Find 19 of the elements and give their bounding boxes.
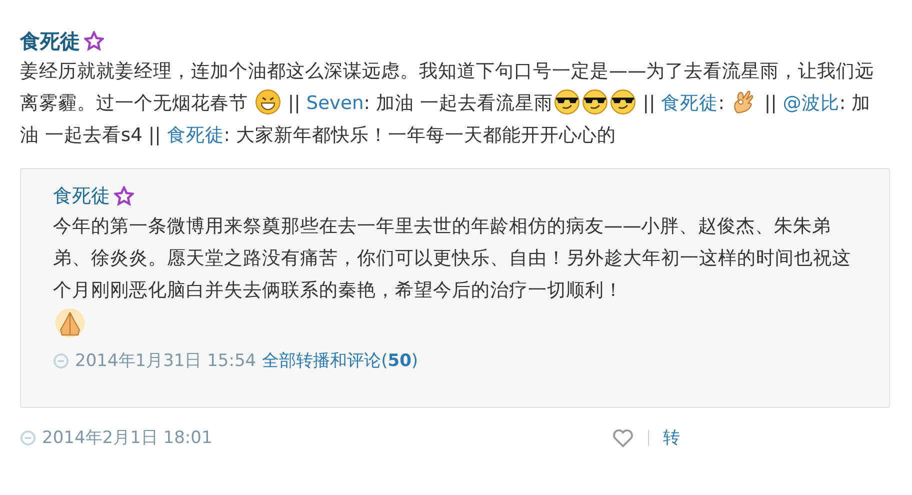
star-icon (84, 31, 104, 51)
author-name[interactable]: 食死徒 (53, 183, 110, 209)
user-link[interactable]: Seven (306, 93, 364, 114)
heart-icon[interactable] (612, 428, 634, 448)
user-link[interactable]: 食死徒 (661, 93, 718, 114)
sunglasses-face-icon (554, 89, 580, 115)
user-link[interactable]: @波比 (782, 93, 840, 114)
post-time: 2014年1月31日 15:54 (75, 350, 256, 372)
sunglasses-face-icon (582, 89, 608, 115)
user-link[interactable]: 食死徒 (166, 125, 224, 146)
quoted-post-text: 今年的第一条微博用来祭奠那些在去一年里去世的年龄相仿的病友——小胖、赵俊杰、朱朱弟弟、徐炎炎。愿天堂之路没有痛苦，你们可以更快乐、自由！另外趁大年初一这样的时间也祝这个月刚刚恶化脑白并失去俩联系的秦艳，希望今后的治疗一切顺利！ (53, 215, 852, 303)
repost-link[interactable]: 转 (663, 426, 680, 449)
post-time: 2014年2月1日 18:01 (42, 427, 212, 449)
author-name[interactable]: 食死徒 (20, 28, 80, 54)
comments-link[interactable]: 全部转播和评论(50) (262, 349, 418, 372)
post-text: 姜经历就就姜经理，连加个油都这么深谋远虑。我知道下句口号一定是——为了去看流星雨，让我们远离雾霾。过一个无烟花春节 || Seven: 加油 一起去看流星雨 || 食死徒: || @波比: 加油 一起去看s4 || 食死徒: 大家新年都快乐！一年每一天都能开开心心的 (20, 60, 876, 148)
grin-face-icon (254, 89, 281, 115)
sunglasses-face-icon (610, 89, 636, 115)
star-icon (114, 186, 134, 206)
